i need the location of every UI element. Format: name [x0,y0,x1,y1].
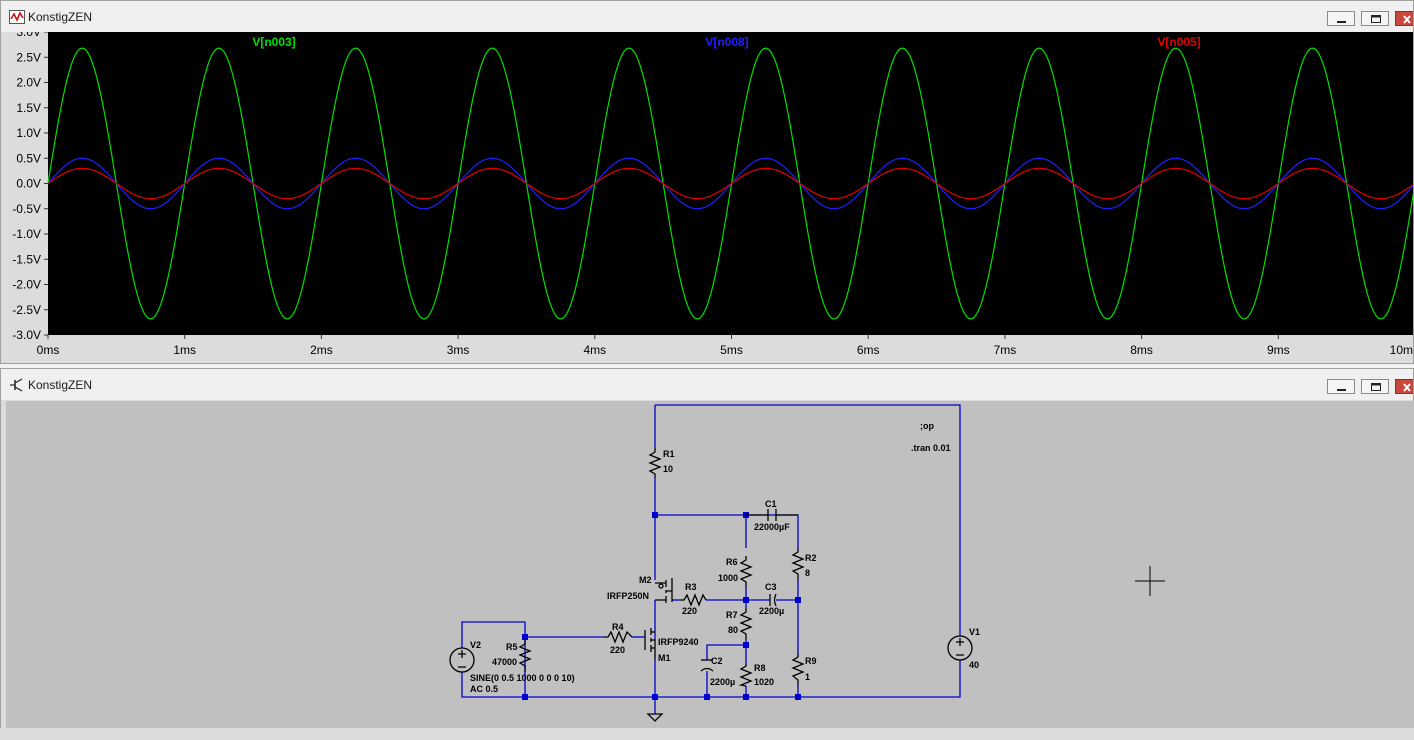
minimize-icon [1337,389,1346,391]
maximize-icon [1371,383,1381,391]
schematic-window-title: KonstigZEN [28,378,93,392]
label-r1-ref: R1 [663,449,675,459]
label-m2-ref: M2 [639,575,652,585]
label-v2-ref: V2 [470,640,481,650]
x-tick-label: 4ms [583,343,606,357]
y-tick-label: 2.5V [16,50,41,64]
waveform-window[interactable]: KonstigZEN 3.0V 2.5V 2.0V 1.5V 1.0V 0.5V 0.0V -… [0,0,1414,364]
label-c3-ref: C3 [765,582,777,592]
label-r5-value: 47000 [492,657,517,667]
label-c1-ref: C1 [765,499,777,509]
schematic-window-titlebar[interactable]: KonstigZEN [1,369,1413,400]
x-tick-label: 0ms [37,343,60,357]
transistor-icon [10,378,23,392]
label-r7-value: 80 [728,625,738,635]
y-tick-label: 3.0V [16,32,41,39]
y-tick-label: 1.0V [16,126,41,140]
x-tick-label: 2ms [310,343,333,357]
y-tick-label: -2.5V [12,303,41,317]
waveform-icon [9,10,25,24]
label-r2-value: 8 [805,568,810,578]
label-r9-ref: R9 [805,656,817,666]
label-c2-value: 2200µ [710,677,735,687]
label-r6-ref: R6 [726,557,738,567]
label-c2-ref: C2 [711,656,723,666]
label-r4-ref: R4 [612,622,624,632]
x-tick-label: 5ms [720,343,743,357]
label-r6-value: 1000 [718,573,738,583]
y-tick-label: 0.5V [16,151,41,165]
x-tick-label: 7ms [994,343,1017,357]
y-tick-label: -2.0V [12,278,41,292]
maximize-button[interactable] [1361,379,1389,394]
label-v1-value: 40 [969,660,979,670]
close-icon [1403,15,1411,24]
label-r4-value: 220 [610,645,625,655]
schematic-canvas[interactable]: R1 10 C1 22000µF R2 8 R6 1000 C3 2200µ R… [6,401,1414,728]
label-r8-ref: R8 [754,663,766,673]
label-m1-ref: M1 [658,653,671,663]
close-button[interactable] [1395,379,1413,394]
y-tick-label: 0.0V [16,177,41,191]
source-spec-sine: SINE(0 0.5 1000 0 0 0 10) [470,673,575,683]
directive-tran[interactable]: .tran 0.01 [911,443,951,453]
waveform-window-titlebar[interactable]: KonstigZEN [1,1,1413,32]
x-tick-label: 10m [1390,343,1413,357]
y-tick-label: -3.0V [12,328,41,342]
y-tick-label: -0.5V [12,202,41,216]
waveform-window-title: KonstigZEN [28,10,93,24]
y-tick-label: -1.5V [12,252,41,266]
x-tick-label: 8ms [1130,343,1153,357]
label-r3-ref: R3 [685,582,697,592]
legend-vn008[interactable]: V[n008] [705,35,748,49]
label-m2-value: IRFP250N [607,591,649,601]
label-r8-value: 1020 [754,677,774,687]
label-r3-value: 220 [682,606,697,616]
close-icon [1403,383,1411,392]
x-tick-label: 3ms [447,343,470,357]
minimize-button[interactable] [1327,379,1355,394]
y-tick-label: 1.5V [16,101,41,115]
x-tick-label: 9ms [1267,343,1290,357]
minimize-icon [1337,21,1346,23]
maximize-icon [1371,15,1381,23]
label-r2-ref: R2 [805,553,817,563]
label-c3-value: 2200µ [759,606,784,616]
label-r5-ref: R5 [506,642,518,652]
label-r9-value: 1 [805,672,810,682]
x-tick-label: 6ms [857,343,880,357]
label-v1-ref: V1 [969,627,980,637]
label-r1-value: 10 [663,464,673,474]
y-tick-label: 2.0V [16,76,41,90]
legend-vn005[interactable]: V[n005] [1157,35,1200,49]
close-button[interactable] [1395,11,1413,26]
waveform-plot[interactable]: 3.0V 2.5V 2.0V 1.5V 1.0V 0.5V 0.0V -0.5V -1.0V -1… [7,32,1414,360]
directive-op[interactable]: ;op [920,421,934,431]
source-spec-ac: AC 0.5 [470,684,498,694]
label-c1-value: 22000µF [754,522,790,532]
y-tick-label: -1.0V [12,227,41,241]
label-r7-ref: R7 [726,610,738,620]
legend-vn003[interactable]: V[n003] [252,35,295,49]
x-tick-label: 1ms [173,343,196,357]
window-bottom-edge [0,728,1414,740]
maximize-button[interactable] [1361,11,1389,26]
minimize-button[interactable] [1327,11,1355,26]
label-m1-value: IRFP9240 [658,637,699,647]
